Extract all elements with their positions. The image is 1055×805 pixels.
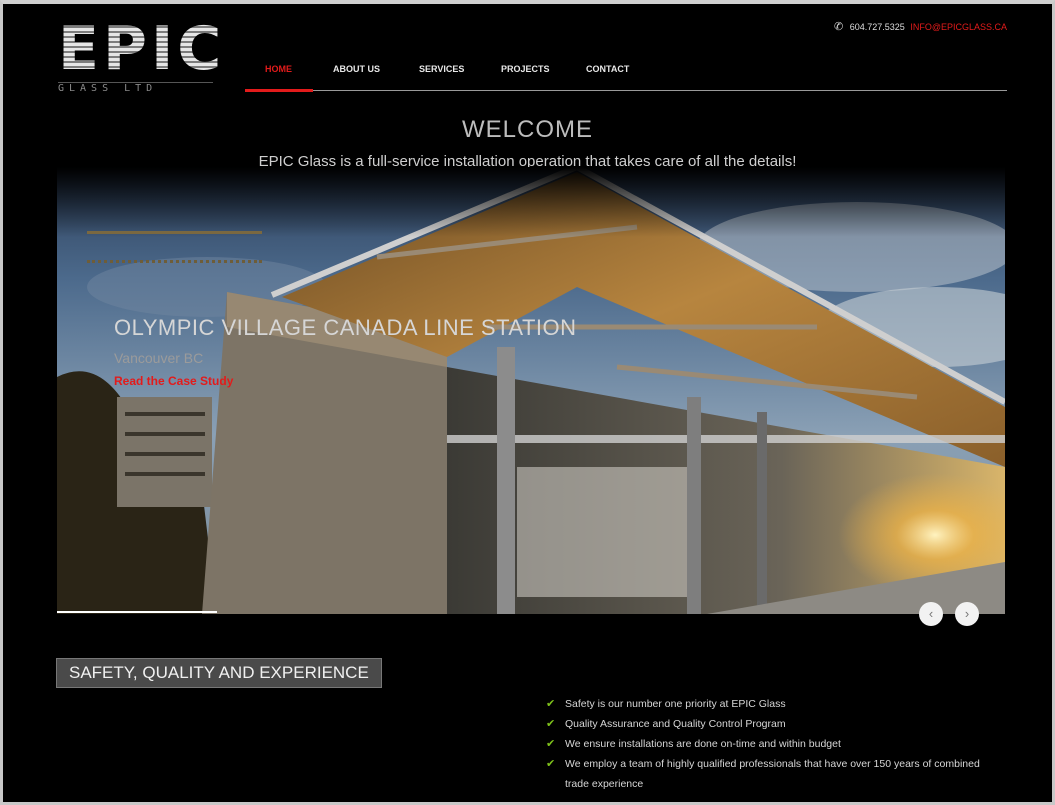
list-item: ✔ Safety is our number one priority at EP… [546,694,996,714]
list-item: ✔ Quality Assurance and Quality Control P… [546,714,996,734]
phone-icon: ✆ [834,21,844,33]
logo[interactable]: EPIC GLASS LTD [58,14,226,98]
chevron-right-icon: › [964,606,970,621]
contact-bar: ✆ 604.727.5325 INFO@EPICGLASS.CA [834,20,1007,33]
nav-services[interactable]: SERVICES [419,64,464,74]
nav-active-indicator [245,89,313,92]
slide-title: OLYMPIC VILLAGE CANADA LINE STATION [114,315,577,340]
check-icon: ✔ [546,738,556,750]
read-case-study-link[interactable]: Read the Case Study [114,374,233,388]
list-item: ✔ We employ a team of highly qualified pr… [546,754,996,794]
list-item-text: We employ a team of highly qualified pro… [565,758,980,790]
nav-contact[interactable]: CONTACT [586,64,629,74]
contact-phone[interactable]: 604.727.5325 [850,22,905,32]
list-item-text: Quality Assurance and Quality Control Pr… [565,718,786,730]
check-icon: ✔ [546,718,556,730]
check-icon: ✔ [546,758,556,770]
slider-prev-button[interactable]: ‹ [919,602,943,626]
main-nav: HOME ABOUT US SERVICES PROJECTS CONTACT [245,60,1007,92]
nav-about-us[interactable]: ABOUT US [333,64,380,74]
hero-slider[interactable]: OLYMPIC VILLAGE CANADA LINE STATION Vanc… [57,167,1005,614]
list-item-text: We ensure installations are done on-time… [565,738,841,750]
nav-projects[interactable]: PROJECTS [501,64,550,74]
section-title: SAFETY, QUALITY AND EXPERIENCE [56,658,382,688]
slide-watermark [87,231,262,263]
nav-home[interactable]: HOME [265,64,292,74]
check-icon: ✔ [546,698,556,710]
contact-email[interactable]: INFO@EPICGLASS.CA [910,22,1007,32]
list-item-text: Safety is our number one priority at EPI… [565,698,786,710]
slider-next-button[interactable]: › [955,602,979,626]
chevron-left-icon: ‹ [928,606,934,621]
logo-wordmark: EPIC [58,14,226,84]
welcome-heading: WELCOME [461,116,593,143]
list-item: ✔ We ensure installations are done on-tim… [546,734,996,754]
slide-location: Vancouver BC [114,350,204,366]
feature-list: ✔ Safety is our number one priority at EP… [546,694,996,794]
